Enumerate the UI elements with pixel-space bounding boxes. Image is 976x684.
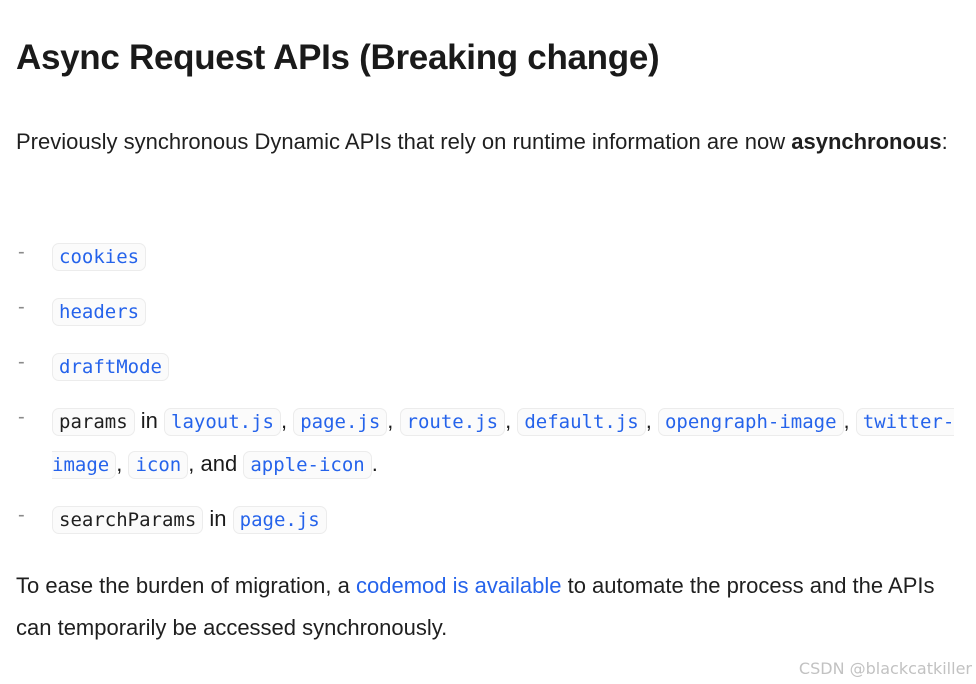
dash-marker: -: [18, 296, 25, 318]
dash-marker: -: [18, 504, 25, 526]
code-link-route[interactable]: route.js: [399, 408, 506, 436]
period: .: [371, 451, 378, 476]
codemod-link[interactable]: codemod is available: [356, 573, 561, 598]
comma: ,: [505, 408, 512, 433]
code-link-apple-icon[interactable]: apple-icon: [243, 451, 372, 479]
api-list: - cookies - headers - draftMode - params…: [16, 235, 966, 553]
code-link-page[interactable]: page.js: [293, 408, 388, 436]
intro-colon: :: [941, 129, 948, 154]
intro-bold: asynchronous: [791, 129, 942, 154]
and-text: and: [200, 451, 238, 476]
watermark: CSDN @blackcatkiller: [798, 659, 972, 678]
list-item-params: - params in layout.js, page.js, route.js…: [16, 400, 966, 486]
code-link-headers[interactable]: headers: [52, 298, 147, 326]
comma: ,: [387, 408, 394, 433]
page-title: Async Request APIs (Breaking change): [16, 38, 660, 77]
list-item-headers: - headers: [16, 290, 966, 333]
code-params: params: [52, 408, 135, 436]
code-link-draftmode[interactable]: draftMode: [52, 353, 169, 381]
comma: ,: [843, 408, 850, 433]
comma: ,: [116, 451, 123, 476]
in-text: in: [209, 506, 227, 531]
code-searchparams: searchParams: [52, 506, 204, 534]
intro-paragraph: Previously synchronous Dynamic APIs that…: [16, 121, 956, 163]
code-link-page[interactable]: page.js: [232, 506, 327, 534]
code-link-default[interactable]: default.js: [517, 408, 646, 436]
outro-before: To ease the burden of migration, a: [16, 573, 356, 598]
code-link-cookies[interactable]: cookies: [52, 243, 147, 271]
intro-text: Previously synchronous Dynamic APIs that…: [16, 129, 792, 154]
list-item-draftmode: - draftMode: [16, 345, 966, 388]
code-link-icon[interactable]: icon: [128, 451, 189, 479]
list-item-cookies: - cookies: [16, 235, 966, 278]
comma: ,: [188, 451, 195, 476]
in-text: in: [140, 408, 158, 433]
code-link-layout[interactable]: layout.js: [164, 408, 281, 436]
list-item-searchparams: - searchParams in page.js: [16, 498, 966, 541]
dash-marker: -: [18, 241, 25, 263]
dash-marker: -: [18, 406, 25, 428]
code-link-opengraph-image[interactable]: opengraph-image: [657, 408, 844, 436]
comma: ,: [645, 408, 652, 433]
outro-paragraph: To ease the burden of migration, a codem…: [16, 565, 961, 649]
comma: ,: [280, 408, 288, 433]
dash-marker: -: [18, 351, 25, 373]
